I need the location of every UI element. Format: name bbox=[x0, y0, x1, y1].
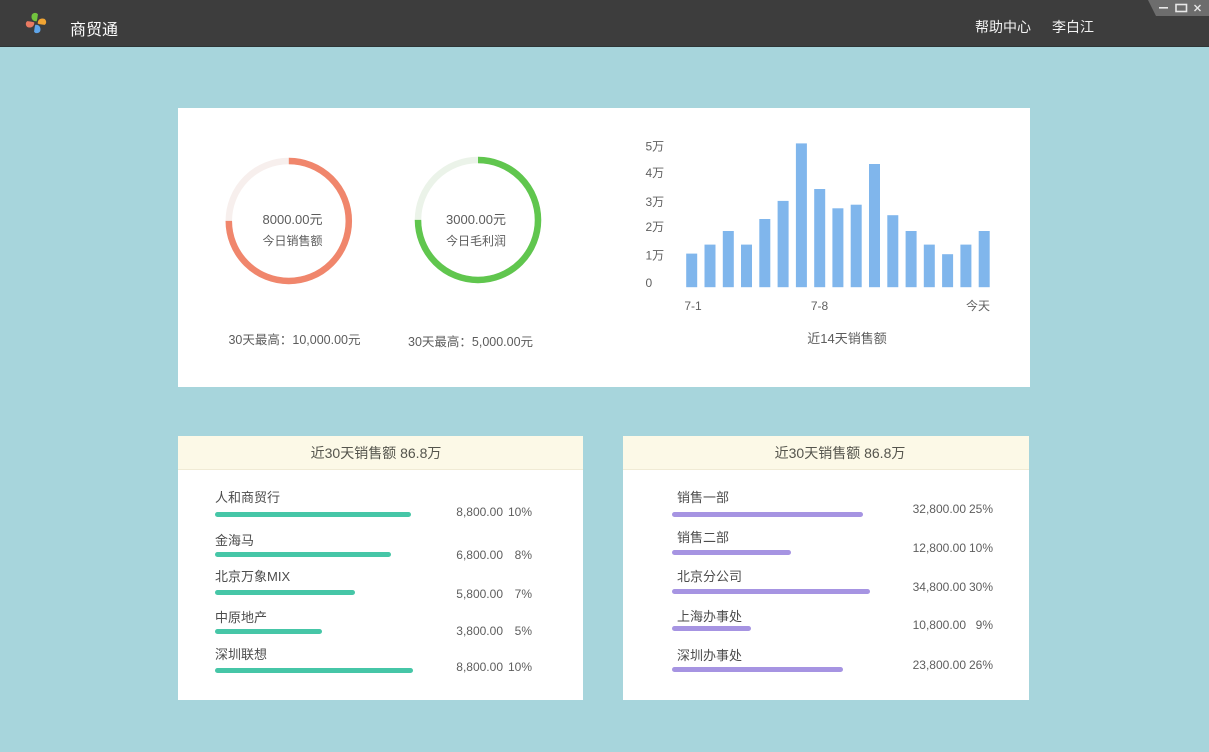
svg-text:7-8: 7-8 bbox=[811, 299, 829, 313]
svg-text:7-1: 7-1 bbox=[684, 299, 702, 313]
svg-text:5万: 5万 bbox=[646, 140, 665, 154]
svg-text:1万: 1万 bbox=[646, 248, 665, 262]
svg-text:今天: 今天 bbox=[966, 298, 990, 313]
svg-text:4万: 4万 bbox=[646, 166, 665, 180]
svg-text:3万: 3万 bbox=[646, 195, 665, 209]
svg-text:2万: 2万 bbox=[646, 220, 665, 234]
svg-text:0: 0 bbox=[646, 276, 653, 290]
